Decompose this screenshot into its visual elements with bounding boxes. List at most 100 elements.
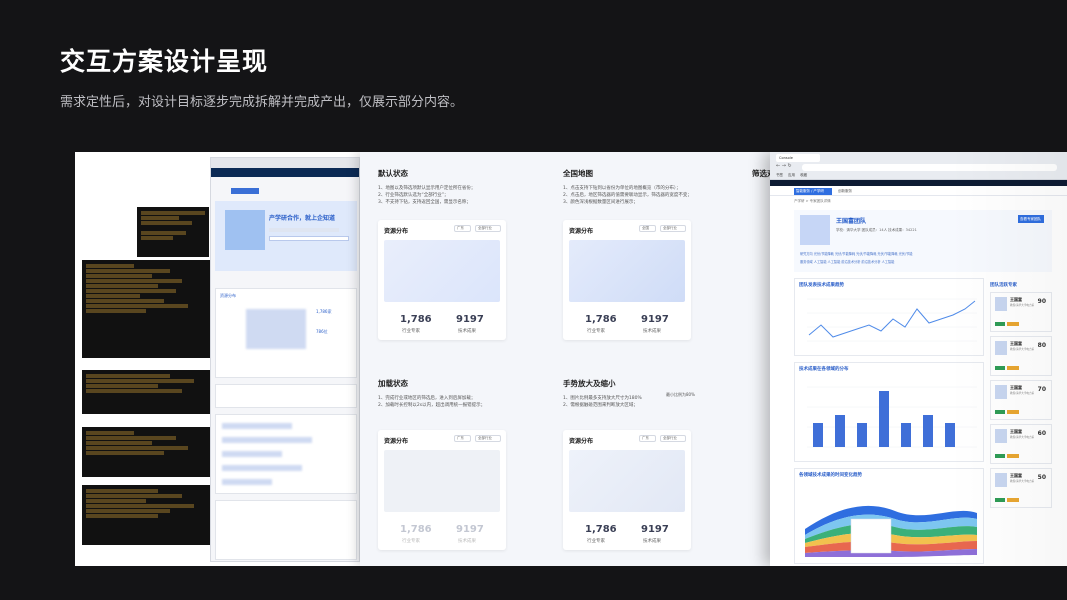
- result-count: 9197: [641, 314, 669, 325]
- sub-nav: 智能服务 / 产学研 创新服务: [770, 186, 1067, 196]
- address-bar[interactable]: [802, 164, 1057, 171]
- nav-active-item[interactable]: 智能服务 / 产学研: [794, 188, 832, 195]
- trend-chart-card: 团队发表技术成果趋势: [794, 278, 984, 356]
- industry-select[interactable]: 全部行业: [475, 435, 501, 442]
- region-select[interactable]: 全国: [639, 225, 656, 232]
- spec-national: 全国地图 1、点击支持下钻到以省份为单位的地图概览（市的分布）； 2、点击后，地…: [563, 168, 738, 206]
- expert-count: 1,786: [585, 314, 617, 325]
- spec-title: 手势放大及缩小: [563, 379, 616, 388]
- annotation-note: [82, 427, 210, 477]
- expert-card[interactable]: 王国富 教授/清华大学电力系 50: [990, 468, 1052, 508]
- expert-desc: 教授/清华大学电力系: [1010, 348, 1035, 351]
- expert-caption: 行业专家: [587, 329, 605, 334]
- spec-title: 加载状态: [378, 379, 408, 388]
- annotation-note: [137, 207, 209, 257]
- annotation-note: [82, 485, 210, 545]
- expert-card[interactable]: 王国富 教授/清华大学电力系 80: [990, 336, 1052, 376]
- wireframe-screen: 产学研合作，就上企知道 资源分布 1,786家 786位: [210, 157, 360, 562]
- image-placeholder-icon: [225, 210, 265, 250]
- expert-desc: 教授/清华大学电力系: [1010, 304, 1035, 307]
- states-panel: 默认状态 1、地图以及筛选项默认显示用户定位所在省份； 2、行业筛选默认选为“全…: [360, 152, 775, 566]
- trend-line-chart: [807, 298, 977, 342]
- card-title: 资源分布: [569, 228, 594, 235]
- expert-count: 1,786: [400, 524, 432, 535]
- browser-nav-icons[interactable]: ← → ↻: [776, 163, 792, 169]
- spec-default: 默认状态 1、地图以及筛选项默认显示用户定位所在省份； 2、行业筛选默认选为“全…: [378, 168, 553, 206]
- annotation-note: [82, 370, 210, 414]
- resource-map[interactable]: [569, 240, 685, 302]
- expert-avatar: [995, 473, 1007, 487]
- expert-score: 80: [1037, 342, 1046, 349]
- hero-subtitle: 需求定性后，对设计目标逐步完成拆解并完成产出，仅展示部分内容。: [60, 95, 464, 110]
- card-title: 资源分布: [384, 438, 409, 445]
- card-title: 资源分布: [569, 438, 594, 445]
- spec-gesture: 手势放大及缩小 1、图片比例最多支持放大尺寸为180% 2、需根据触碰范围来判断…: [563, 378, 738, 409]
- expert-score: 50: [1037, 474, 1046, 481]
- spec-line: 2、点击后，地区筛选器的值需要联动显示，筛选器的宽度不变；: [563, 193, 692, 198]
- region-select[interactable]: 广东: [454, 225, 471, 232]
- experts-title: 团队活跃专家: [990, 283, 1017, 288]
- expert-card[interactable]: 王国富 教授/清华大学电力系 70: [990, 380, 1052, 420]
- result-caption: 技术成果: [643, 539, 661, 544]
- tags-research: 研究方向 光伏/节能降耗 光伏/节能降耗 光伏/节能降耗 光伏/节能降耗 光伏/…: [800, 252, 913, 256]
- browser-tab[interactable]: Console: [776, 154, 820, 162]
- bookmark-item[interactable]: 收藏: [800, 173, 807, 178]
- result-caption: 技术成果: [643, 329, 661, 334]
- industry-select[interactable]: 全部行业: [475, 225, 501, 232]
- expert-avatar: [995, 385, 1007, 399]
- expert-score: 70: [1037, 386, 1046, 393]
- team-meta: 学校：清华大学 团队成员：14人 技术成果：34221: [836, 228, 917, 232]
- bookmark-item[interactable]: 书签: [776, 173, 783, 178]
- expert-desc: 教授/清华大学电力系: [1010, 392, 1035, 395]
- team-tags: 研究方向 光伏/节能降耗 光伏/节能降耗 光伏/节能降耗 光伏/节能降耗 光伏/…: [800, 250, 912, 266]
- spec-line: 1、地图以及筛选项默认显示用户定位所在省份；: [378, 186, 476, 191]
- result-count: 9197: [456, 524, 484, 535]
- spec-line: 3、不支持下钻，支持返回全国，需显示名称；: [378, 200, 471, 205]
- wireframe-panel: 产学研合作，就上企知道 资源分布 1,786家 786位: [75, 152, 360, 566]
- team-profile: 王国富团队 学校：清华大学 团队成员：14人 技术成果：34221 查看专家团队…: [794, 210, 1052, 272]
- bookmark-item[interactable]: 应用: [788, 173, 795, 178]
- team-name: 王国富团队: [836, 218, 867, 225]
- region-select[interactable]: 广东: [639, 435, 656, 442]
- expert-count: 1,786: [585, 524, 617, 535]
- industry-select[interactable]: 全部行业: [660, 225, 686, 232]
- expert-count: 1,786: [400, 314, 432, 325]
- spec-line: 1、完成行业或地区的筛选后，进入到后屏加载；: [378, 396, 476, 401]
- nav-item[interactable]: 创新服务: [838, 189, 852, 194]
- card-title: 资源分布: [384, 228, 409, 235]
- spec-line: 3、颜色深浅根据数量区间进行展示；: [563, 200, 638, 205]
- spec-line: 1、图片比例最多支持放大尺寸为180%: [563, 396, 642, 401]
- resource-map-card: 资源分布 全国 全部行业 1,786 9197 行业专家 技术成果: [563, 220, 691, 340]
- expert-caption: 行业专家: [587, 539, 605, 544]
- showcase-board: 产学研合作，就上企知道 资源分布 1,786家 786位 默认状态 1、地图以及…: [75, 152, 1067, 566]
- stream-chart-card: 各领域技术成果的时间变化趋势: [794, 468, 984, 564]
- resource-map-zoomed[interactable]: [569, 450, 685, 512]
- expert-desc: 教授/清华大学电力系: [1010, 480, 1035, 483]
- result-count: 9197: [641, 524, 669, 535]
- stream-chart: [805, 505, 977, 557]
- expert-card[interactable]: 王国富 教授/清华大学电力系 60: [990, 424, 1052, 464]
- field-bar-chart-card: 技术成果在各领域的分布: [794, 362, 984, 462]
- result-caption: 技术成果: [458, 539, 476, 544]
- resource-map-card: 资源分布 广东 全部行业 1,786 9197 行业专家 技术成果: [378, 220, 506, 340]
- wireframe-banner-title: 产学研合作，就上企知道: [269, 215, 336, 222]
- hifi-panel: Console ← → ↻ 书签 应用 收藏 智能服务 / 产学研 创新服务 产…: [770, 152, 1067, 566]
- resource-map[interactable]: [384, 240, 500, 302]
- industry-select[interactable]: 全部行业: [660, 435, 686, 442]
- result-count: 9197: [456, 314, 484, 325]
- expert-avatar: [995, 341, 1007, 355]
- hero-title: 交互方案设计呈现: [60, 47, 269, 76]
- gesture-note: 最小比例为80%: [666, 392, 695, 397]
- annotation-note: [82, 260, 210, 358]
- region-select[interactable]: 广东: [454, 435, 471, 442]
- spec-title: 全国地图: [563, 169, 593, 178]
- expert-score: 60: [1037, 430, 1046, 437]
- spec-line: 2、加载时长控制以2s以内，超出调用统一报错提示；: [378, 403, 486, 408]
- expert-avatar: [995, 297, 1007, 311]
- expert-avatar: [995, 429, 1007, 443]
- wireframe-stat: 786位: [316, 329, 328, 334]
- expert-desc: 教授/清华大学电力系: [1010, 436, 1035, 439]
- view-team-button[interactable]: 查看专家团队: [1018, 215, 1044, 223]
- expert-card[interactable]: 王国富 教授/清华大学电力系 90: [990, 292, 1052, 332]
- field-bar-chart: [807, 386, 977, 448]
